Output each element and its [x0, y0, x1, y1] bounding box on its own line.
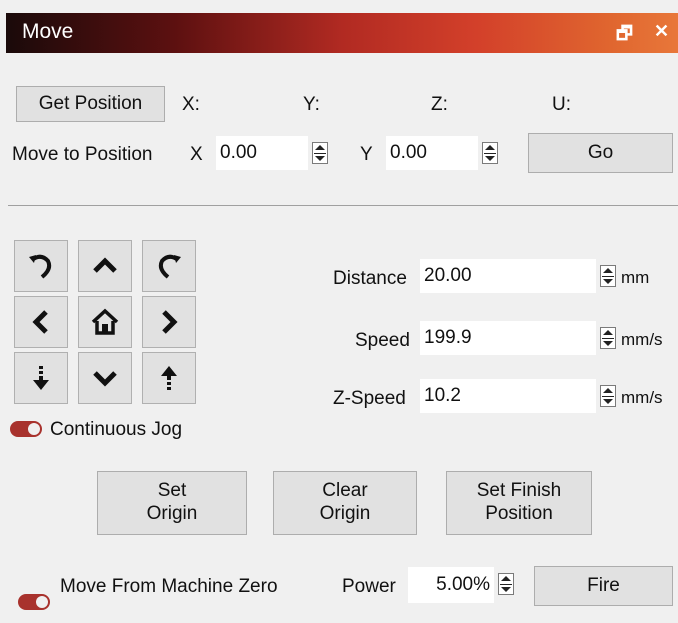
move-from-machine-zero-toggle[interactable] [18, 594, 50, 610]
u-position-label: U: [552, 94, 571, 115]
speed-spinner[interactable] [600, 327, 616, 349]
distance-label: Distance [333, 268, 407, 289]
move-y-spinner[interactable] [482, 142, 498, 164]
move-x-label: X [190, 144, 203, 165]
restore-icon[interactable]: 🗗 [616, 21, 633, 51]
rotate-cw-button[interactable] [142, 240, 196, 292]
set-finish-label-1: Set Finish [476, 480, 562, 502]
move-y-input[interactable]: 0.00 [386, 136, 478, 170]
get-position-button[interactable]: Get Position [16, 86, 165, 122]
clear-origin-label-2: Origin [319, 503, 371, 524]
jog-down-button[interactable] [78, 352, 132, 404]
home-button[interactable] [78, 296, 132, 348]
speed-unit: mm/s [621, 330, 663, 349]
continuous-jog-toggle[interactable] [10, 421, 42, 437]
move-x-spinner[interactable] [312, 142, 328, 164]
clear-origin-label-1: Clear [322, 480, 368, 502]
power-spinner[interactable] [498, 573, 514, 595]
continuous-jog-label: Continuous Jog [50, 419, 183, 440]
z-position-label: Z: [431, 94, 448, 115]
close-icon[interactable]: ✕ [654, 21, 669, 42]
x-position-label: X: [182, 94, 200, 115]
title-bar[interactable]: Move 🗗 ✕ [6, 13, 678, 53]
move-to-position-label: Move to Position [12, 144, 153, 165]
set-finish-position-button[interactable]: Set Finish Position [446, 471, 592, 535]
distance-spinner[interactable] [600, 265, 616, 287]
clear-origin-button[interactable]: Clear Origin [273, 471, 417, 535]
y-position-label: Y: [303, 94, 320, 115]
jog-left-button[interactable] [14, 296, 68, 348]
move-y-label: Y [360, 144, 373, 165]
z-speed-unit: mm/s [621, 388, 663, 407]
rotate-ccw-button[interactable] [14, 240, 68, 292]
power-input[interactable]: 5.00% [408, 567, 494, 603]
z-speed-label: Z-Speed [333, 388, 406, 409]
arrow-down-icon [93, 371, 117, 387]
move-from-machine-zero-label: Move From Machine Zero [60, 576, 278, 597]
home-icon [91, 308, 119, 335]
move-x-input[interactable]: 0.00 [216, 136, 308, 170]
speed-input[interactable]: 199.9 [420, 321, 596, 355]
arrow-up-icon [93, 257, 117, 273]
set-origin-button[interactable]: Set Origin [97, 471, 247, 535]
arrow-left-icon [32, 310, 48, 334]
z-up-button[interactable] [142, 352, 196, 404]
set-origin-label-2: Origin [146, 503, 198, 524]
speed-label: Speed [355, 330, 410, 351]
z-speed-input[interactable]: 10.2 [420, 379, 596, 413]
z-speed-spinner[interactable] [600, 385, 616, 407]
divider [8, 205, 678, 206]
distance-input[interactable]: 20.00 [420, 259, 596, 293]
go-button[interactable]: Go [528, 133, 673, 173]
jog-up-button[interactable] [78, 240, 132, 292]
window-title: Move [22, 20, 74, 43]
distance-unit: mm [621, 268, 650, 287]
power-label: Power [342, 576, 396, 597]
arrow-right-icon [162, 310, 178, 334]
rotate-ccw-icon [29, 254, 52, 279]
z-up-icon [161, 366, 177, 390]
fire-button[interactable]: Fire [534, 566, 673, 606]
set-origin-label-1: Set [157, 480, 187, 502]
set-finish-label-2: Position [485, 503, 553, 524]
rotate-cw-icon [158, 254, 181, 279]
z-down-icon [33, 366, 49, 390]
jog-right-button[interactable] [142, 296, 196, 348]
z-down-button[interactable] [14, 352, 68, 404]
